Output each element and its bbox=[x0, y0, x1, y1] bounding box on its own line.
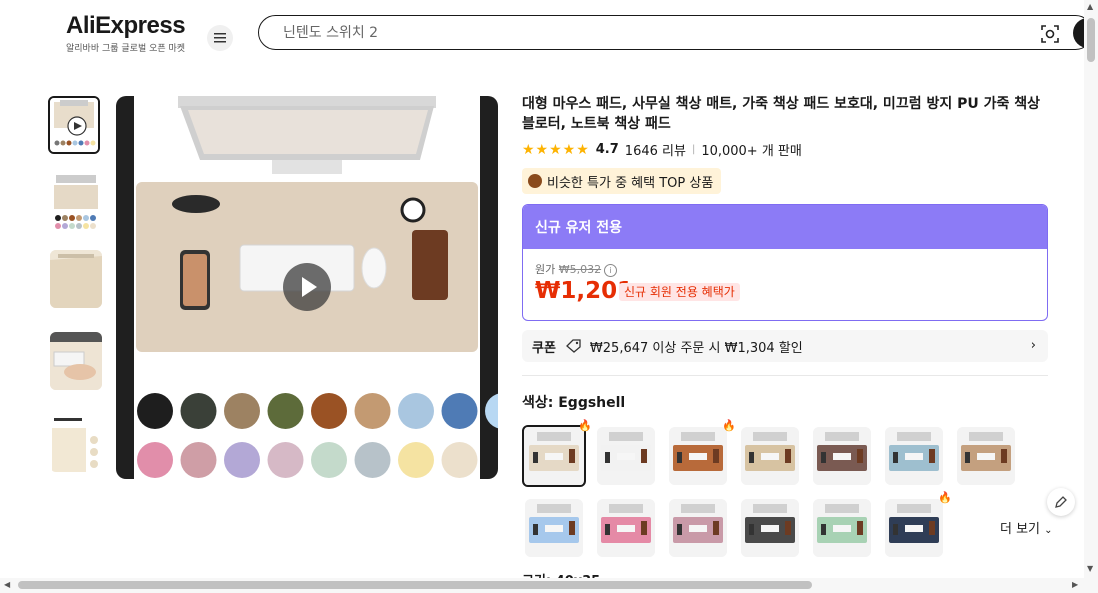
color-swatch[interactable] bbox=[597, 499, 655, 557]
color-swatch[interactable] bbox=[885, 427, 943, 485]
swatch-image bbox=[669, 499, 727, 557]
color-sample-circle bbox=[137, 442, 173, 478]
deal-icon bbox=[528, 174, 542, 188]
color-sample-circle bbox=[398, 442, 434, 478]
thumbnail-5[interactable] bbox=[50, 414, 102, 472]
edit-icon[interactable] bbox=[1047, 488, 1075, 516]
chevron-right-icon: › bbox=[1030, 338, 1036, 353]
color-sample-circle bbox=[441, 442, 478, 478]
aliexpress-logo[interactable]: AliExpress bbox=[66, 12, 186, 40]
color-sample-circle bbox=[267, 393, 304, 429]
color-sample-circle bbox=[311, 393, 347, 429]
color-sample-circle bbox=[441, 393, 478, 429]
badge-text: 비슷한 특가 중 혜택 TOP 상품 bbox=[547, 175, 714, 191]
fire-icon: 🔥 bbox=[938, 491, 952, 504]
color-swatch[interactable] bbox=[813, 427, 871, 485]
search-input[interactable] bbox=[281, 23, 985, 43]
scroll-right-icon[interactable]: ▶ bbox=[1072, 580, 1078, 589]
rating-row: ★★★★★ 4.7 1646 리뷰 | 10,000+ 개 판매 bbox=[522, 140, 802, 160]
tag-icon bbox=[565, 339, 581, 353]
color-swatch[interactable] bbox=[669, 499, 727, 557]
color-swatch[interactable] bbox=[669, 427, 727, 485]
swatch-image bbox=[885, 499, 943, 557]
swatch-image bbox=[813, 427, 871, 485]
sold-count: 10,000+ 개 판매 bbox=[701, 144, 802, 159]
coupon-row[interactable]: 쿠폰 ₩25,647 이상 주문 시 ₩1,304 할인 › bbox=[522, 330, 1048, 362]
original-price: 원가 ₩5,032 i bbox=[535, 261, 618, 277]
menu-button[interactable] bbox=[207, 25, 233, 51]
vertical-scroll-thumb[interactable] bbox=[1087, 18, 1095, 62]
info-icon[interactable]: i bbox=[604, 263, 618, 277]
review-count[interactable]: 1646 리뷰 bbox=[625, 140, 686, 159]
fire-icon: 🔥 bbox=[578, 419, 592, 432]
color-sample-circle bbox=[354, 393, 391, 429]
thumbnail-2[interactable] bbox=[50, 173, 102, 231]
image-search-icon[interactable] bbox=[1040, 24, 1060, 44]
color-sample-circle bbox=[267, 442, 304, 478]
divider bbox=[522, 375, 1048, 376]
rating-value: 4.7 bbox=[595, 142, 619, 157]
new-user-label: 신규 유저 전용 bbox=[523, 205, 1047, 249]
hamburger-icon bbox=[214, 33, 226, 43]
swatch-image bbox=[525, 499, 583, 557]
scroll-up-icon[interactable]: ▲ bbox=[1087, 2, 1093, 11]
color-sample-circle bbox=[224, 442, 260, 478]
color-sample-circle bbox=[137, 393, 173, 429]
color-swatch[interactable] bbox=[957, 427, 1015, 485]
thumbnail-3[interactable] bbox=[50, 250, 102, 308]
swatch-image bbox=[741, 427, 799, 485]
color-swatch[interactable] bbox=[522, 425, 586, 487]
swatch-image bbox=[597, 499, 655, 557]
search-bar[interactable] bbox=[258, 15, 1093, 50]
color-sample-circle bbox=[398, 393, 434, 429]
top-deal-badge: 비슷한 특가 중 혜택 TOP 상품 bbox=[522, 168, 722, 194]
color-sample-circle bbox=[354, 442, 391, 478]
star-rating-icon: ★★★★★ bbox=[522, 141, 590, 158]
price-tag-label: 신규 회원 전용 혜택가 bbox=[619, 283, 740, 301]
swatch-image bbox=[525, 427, 583, 485]
coupon-label: 쿠폰 bbox=[532, 340, 556, 356]
color-label: 색상: Eggshell bbox=[522, 395, 626, 411]
color-sample-circle bbox=[224, 393, 260, 429]
coupon-text: ₩25,647 이상 주문 시 ₩1,304 할인 bbox=[589, 340, 803, 356]
swatch-image bbox=[813, 499, 871, 557]
color-swatch[interactable] bbox=[885, 499, 943, 557]
swatch-image bbox=[885, 427, 943, 485]
scroll-left-icon[interactable]: ◀ bbox=[4, 580, 10, 589]
color-swatch[interactable] bbox=[741, 499, 799, 557]
fire-icon: 🔥 bbox=[722, 419, 736, 432]
horizontal-scroll-thumb[interactable] bbox=[18, 581, 812, 589]
more-button[interactable]: 더 보기 ⌄ bbox=[1000, 518, 1053, 537]
color-swatch[interactable] bbox=[741, 427, 799, 485]
vertical-scrollbar[interactable] bbox=[1084, 0, 1098, 593]
color-sample-circle bbox=[180, 442, 217, 478]
swatch-image bbox=[597, 427, 655, 485]
thumbnail-4[interactable] bbox=[50, 332, 102, 390]
swatch-image bbox=[957, 427, 1015, 485]
color-sample-circle bbox=[311, 442, 347, 478]
swatch-image bbox=[741, 499, 799, 557]
swatch-image bbox=[669, 427, 727, 485]
color-swatch[interactable] bbox=[525, 499, 583, 557]
play-video-button[interactable] bbox=[283, 263, 331, 311]
product-title: 대형 마우스 패드, 사무실 책상 매트, 가죽 책상 패드 보호대, 미끄럼 … bbox=[522, 96, 1040, 132]
chevron-down-icon: ⌄ bbox=[1044, 525, 1053, 536]
thumbnail-video[interactable] bbox=[48, 96, 100, 154]
color-sample-circle bbox=[180, 393, 217, 429]
color-swatch[interactable] bbox=[597, 427, 655, 485]
logo-subtitle: 알리바바 그룹 글로벌 오픈 마켓 bbox=[66, 44, 186, 54]
scroll-down-icon[interactable]: ▼ bbox=[1087, 564, 1093, 573]
color-swatch[interactable] bbox=[813, 499, 871, 557]
